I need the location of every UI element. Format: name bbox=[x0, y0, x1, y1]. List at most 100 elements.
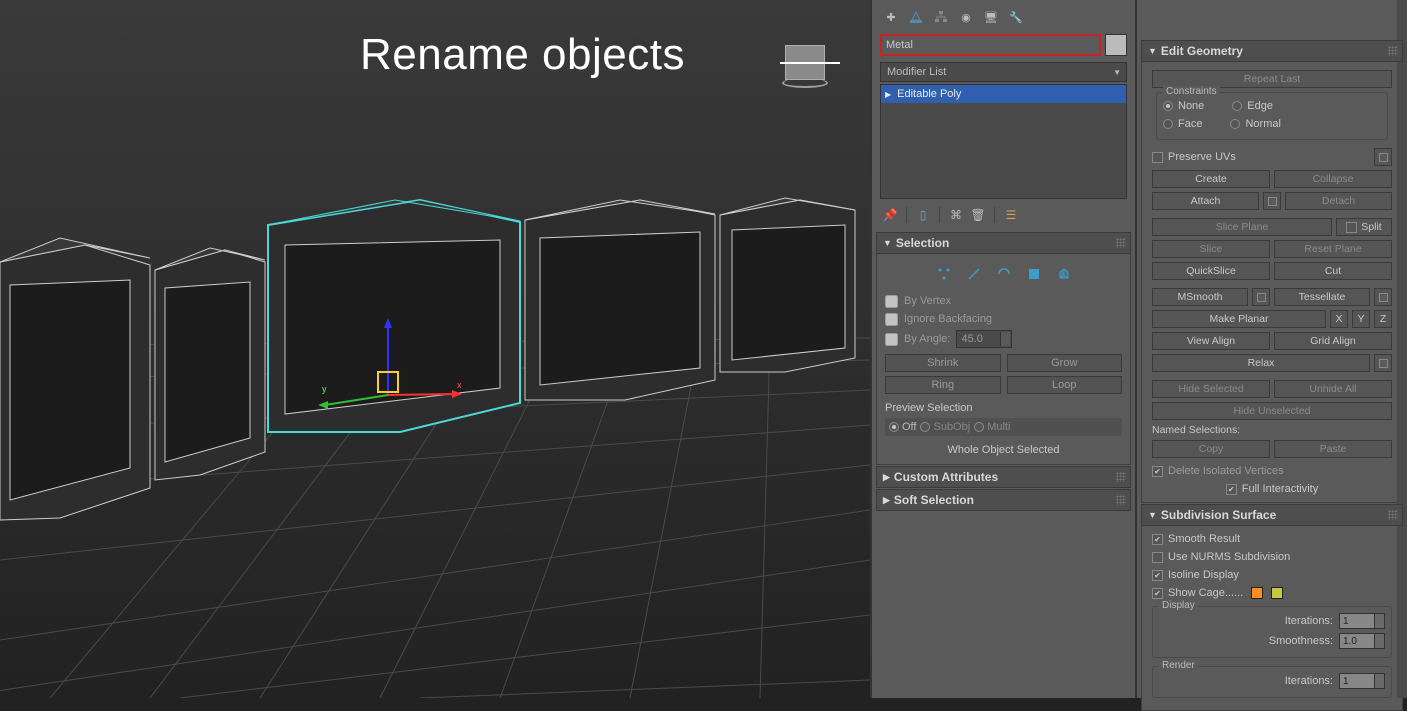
quickslice-button[interactable]: QuickSlice bbox=[1152, 262, 1270, 280]
preview-multi-label: Multi bbox=[987, 421, 1010, 433]
object-name-input[interactable] bbox=[886, 39, 1095, 51]
isoline-checkbox[interactable] bbox=[1152, 570, 1163, 581]
cage-color1-swatch[interactable] bbox=[1251, 587, 1263, 599]
slice-button: Slice bbox=[1152, 240, 1270, 258]
relax-settings-button[interactable] bbox=[1374, 354, 1392, 372]
make-unique-icon[interactable]: ⌘ bbox=[948, 207, 964, 223]
edge-subobject-icon[interactable] bbox=[963, 264, 985, 284]
constraint-normal-radio[interactable] bbox=[1230, 119, 1240, 129]
rollout-expand-icon: ▶ bbox=[883, 472, 890, 483]
rollout-collapse-icon: ▼ bbox=[1148, 510, 1157, 520]
utilities-tab-icon[interactable]: 🔧 bbox=[1005, 6, 1027, 28]
hide-selected-button: Hide Selected bbox=[1152, 380, 1270, 398]
smoothness-spinner[interactable]: 1.0 bbox=[1339, 633, 1385, 649]
isoline-label: Isoline Display bbox=[1168, 569, 1239, 581]
view-align-button[interactable]: View Align bbox=[1152, 332, 1270, 350]
rollout-drag-handle[interactable] bbox=[1116, 238, 1126, 248]
vertex-subobject-icon[interactable] bbox=[933, 264, 955, 284]
subdivision-rollout-header[interactable]: ▼ Subdivision Surface bbox=[1141, 504, 1403, 526]
rollout-collapse-icon: ▼ bbox=[883, 238, 892, 248]
constraint-face-radio[interactable] bbox=[1163, 119, 1173, 129]
tessellate-button[interactable]: Tessellate bbox=[1274, 288, 1370, 306]
msmooth-settings-button[interactable] bbox=[1252, 288, 1270, 306]
secondary-panel: ▼ Edit Geometry Repeat Last Constraints … bbox=[1135, 0, 1407, 698]
pin-stack-icon[interactable]: 📌 bbox=[882, 207, 898, 223]
selection-rollout-header[interactable]: ▼ Selection bbox=[876, 232, 1131, 254]
motion-tab-icon[interactable]: ◉ bbox=[955, 6, 977, 28]
use-nurms-checkbox[interactable] bbox=[1152, 552, 1163, 563]
hierarchy-tab-icon[interactable] bbox=[930, 6, 952, 28]
show-cage-checkbox[interactable] bbox=[1152, 588, 1163, 599]
grid-align-button[interactable]: Grid Align bbox=[1274, 332, 1392, 350]
planar-x-button[interactable]: X bbox=[1330, 310, 1348, 328]
svg-text:x: x bbox=[457, 380, 462, 390]
attach-button[interactable]: Attach bbox=[1152, 192, 1259, 210]
object-color-swatch[interactable] bbox=[1105, 34, 1127, 56]
modifier-stack[interactable]: ▶ Editable Poly bbox=[880, 84, 1127, 199]
cage-color2-swatch[interactable] bbox=[1271, 587, 1283, 599]
iterations-spinner[interactable]: 1 bbox=[1339, 613, 1385, 629]
cut-button[interactable]: Cut bbox=[1274, 262, 1392, 280]
rollout-title: Soft Selection bbox=[894, 493, 974, 507]
iterations-value: 1 bbox=[1343, 616, 1349, 627]
display-tab-icon[interactable]: 🖥 bbox=[980, 6, 1002, 28]
preview-off-radio[interactable] bbox=[889, 422, 899, 432]
constraint-edge-label: Edge bbox=[1247, 100, 1273, 112]
soft-selection-rollout-header[interactable]: ▶ Soft Selection bbox=[876, 489, 1131, 511]
rollout-drag-handle[interactable] bbox=[1116, 495, 1126, 505]
show-end-result-icon[interactable]: ▯ bbox=[915, 207, 931, 223]
edit-geometry-rollout-header[interactable]: ▼ Edit Geometry bbox=[1141, 40, 1403, 62]
constraints-group-label: Constraints bbox=[1163, 86, 1220, 97]
create-button[interactable]: Create bbox=[1152, 170, 1270, 188]
preserve-uvs-settings-button[interactable] bbox=[1374, 148, 1392, 166]
paste-selection-button: Paste bbox=[1274, 440, 1392, 458]
scene-wireframe: x y bbox=[0, 0, 870, 698]
viewport[interactable]: x y Rename objects bbox=[0, 0, 870, 698]
command-panel: ✚ ◉ 🖥 🔧 Modifier List ▶ Editable Poly 📌 … bbox=[870, 0, 1135, 698]
planar-z-button[interactable]: Z bbox=[1374, 310, 1392, 328]
show-cage-label: Show Cage...... bbox=[1168, 587, 1243, 599]
panel-scrollbar[interactable] bbox=[1397, 0, 1407, 698]
by-vertex-checkbox bbox=[885, 295, 898, 308]
rollout-drag-handle[interactable] bbox=[1116, 472, 1126, 482]
detach-button: Detach bbox=[1285, 192, 1392, 210]
planar-y-button[interactable]: Y bbox=[1352, 310, 1370, 328]
delete-isolated-checkbox[interactable] bbox=[1152, 466, 1163, 477]
remove-modifier-icon[interactable]: 🗑 bbox=[970, 207, 986, 223]
split-button[interactable]: Split bbox=[1336, 218, 1392, 236]
smooth-result-label: Smooth Result bbox=[1168, 533, 1240, 545]
rollout-drag-handle[interactable] bbox=[1388, 46, 1398, 56]
preserve-uvs-checkbox[interactable] bbox=[1152, 152, 1163, 163]
rollout-drag-handle[interactable] bbox=[1388, 510, 1398, 520]
unhide-all-button: Unhide All bbox=[1274, 380, 1392, 398]
smooth-result-checkbox[interactable] bbox=[1152, 534, 1163, 545]
constraint-edge-radio[interactable] bbox=[1232, 101, 1242, 111]
element-subobject-icon[interactable] bbox=[1053, 264, 1075, 284]
render-iterations-spinner[interactable]: 1 bbox=[1339, 673, 1385, 689]
modify-tab-icon[interactable] bbox=[905, 6, 927, 28]
preview-multi-radio bbox=[974, 422, 984, 432]
msmooth-button[interactable]: MSmooth bbox=[1152, 288, 1248, 306]
border-subobject-icon[interactable] bbox=[993, 264, 1015, 284]
modifier-stack-item[interactable]: ▶ Editable Poly bbox=[881, 85, 1126, 103]
tessellate-settings-button[interactable] bbox=[1374, 288, 1392, 306]
configure-modifier-sets-icon[interactable]: ☰ bbox=[1003, 207, 1019, 223]
modifier-list-dropdown[interactable]: Modifier List bbox=[880, 62, 1127, 82]
delete-isolated-label: Delete Isolated Vertices bbox=[1168, 465, 1284, 477]
expand-icon: ▶ bbox=[885, 90, 891, 99]
make-planar-button[interactable]: Make Planar bbox=[1152, 310, 1326, 328]
custom-attributes-rollout-header[interactable]: ▶ Custom Attributes bbox=[876, 466, 1131, 488]
ring-button: Ring bbox=[885, 376, 1001, 394]
constraint-none-radio[interactable] bbox=[1163, 101, 1173, 111]
rollout-title: Custom Attributes bbox=[894, 470, 998, 484]
constraint-face-label: Face bbox=[1178, 118, 1202, 130]
by-angle-value: 45.0 bbox=[961, 333, 982, 345]
rollout-collapse-icon: ▼ bbox=[1148, 46, 1157, 56]
create-tab-icon[interactable]: ✚ bbox=[880, 6, 902, 28]
command-panel-tabs: ✚ ◉ 🖥 🔧 bbox=[872, 0, 1135, 34]
relax-button[interactable]: Relax bbox=[1152, 354, 1370, 372]
polygon-subobject-icon[interactable] bbox=[1023, 264, 1045, 284]
rollout-title: Subdivision Surface bbox=[1161, 508, 1276, 522]
full-interactivity-checkbox[interactable] bbox=[1226, 484, 1237, 495]
attach-list-button[interactable] bbox=[1263, 192, 1281, 210]
